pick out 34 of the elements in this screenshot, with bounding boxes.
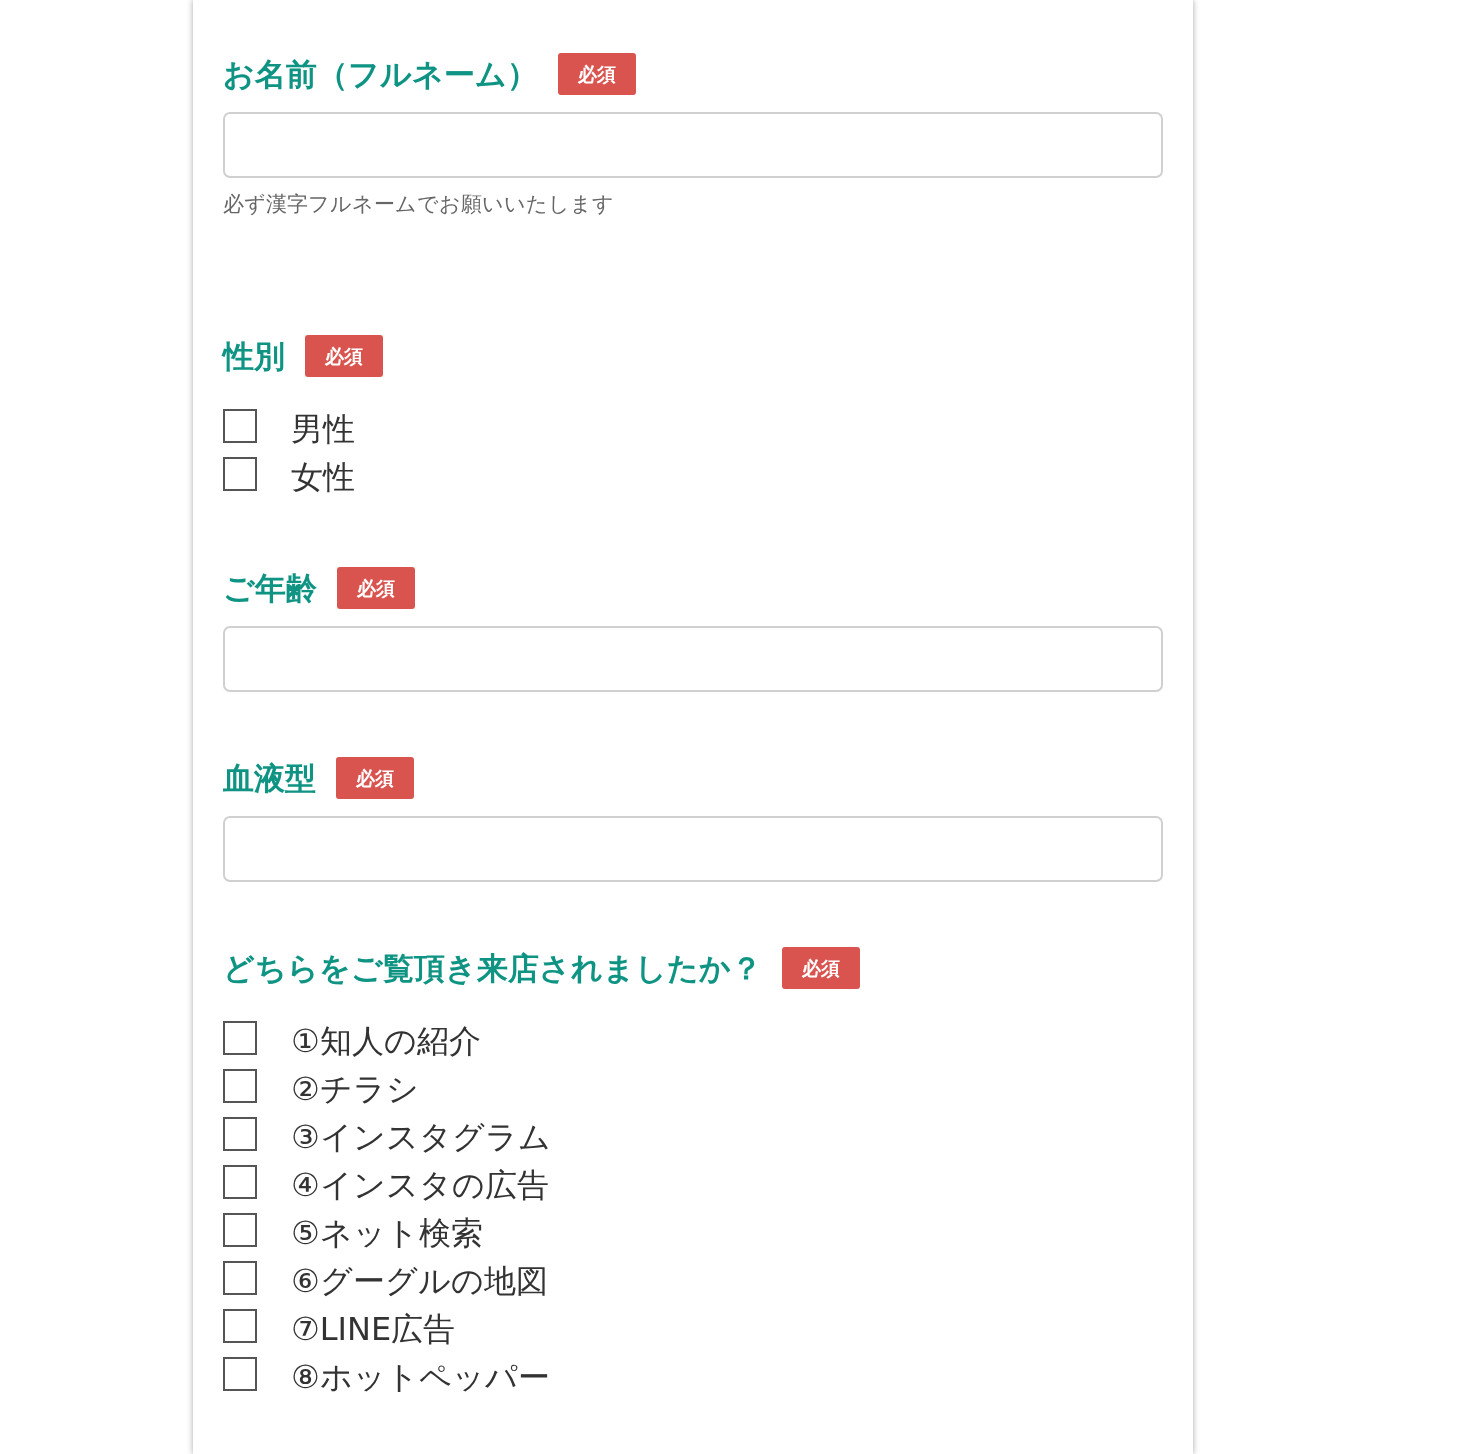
checkbox[interactable] xyxy=(223,409,257,443)
checkbox[interactable] xyxy=(223,1357,257,1391)
checkbox[interactable] xyxy=(223,1117,257,1151)
checkbox-label[interactable]: ②チラシ xyxy=(291,1068,419,1112)
checkbox-label[interactable]: ⑧ホットペッパー xyxy=(291,1356,550,1400)
checkbox-label[interactable]: ④インスタの広告 xyxy=(291,1164,549,1208)
required-badge: 必須 xyxy=(336,757,414,799)
checkbox[interactable] xyxy=(223,1213,257,1247)
required-badge: 必須 xyxy=(305,335,383,377)
required-badge: 必須 xyxy=(782,947,860,989)
checkbox-label[interactable]: 女性 xyxy=(291,456,355,500)
field-label: 血液型 xyxy=(223,759,316,798)
field-label: どちらをご覧頂き来店されましたか？ xyxy=(223,949,762,988)
checkbox[interactable] xyxy=(223,1021,257,1055)
checkbox[interactable] xyxy=(223,457,257,491)
text-input-field[interactable] xyxy=(223,816,1163,882)
text-input-field[interactable] xyxy=(223,626,1163,692)
checkbox-label[interactable]: ①知人の紹介 xyxy=(291,1020,481,1064)
required-badge: 必須 xyxy=(337,567,415,609)
checkbox-label[interactable]: ⑦LINE広告 xyxy=(291,1308,456,1352)
checkbox-label[interactable]: ⑥グーグルの地図 xyxy=(291,1260,548,1304)
required-badge: 必須 xyxy=(558,53,636,95)
checkbox[interactable] xyxy=(223,1069,257,1103)
field-label: お名前（フルネーム） xyxy=(223,55,538,94)
text-input-field[interactable] xyxy=(223,112,1163,178)
hint-text: 必ず漢字フルネームでお願いいたします xyxy=(223,191,615,218)
checkbox[interactable] xyxy=(223,1309,257,1343)
field-label: 性別 xyxy=(223,337,285,376)
checkbox-label[interactable]: ③インスタグラム xyxy=(291,1116,551,1160)
field-label: ご年齢 xyxy=(223,569,317,608)
checkbox-label[interactable]: 男性 xyxy=(291,408,355,452)
checkbox-label[interactable]: ⑤ネット検索 xyxy=(291,1212,483,1256)
checkbox[interactable] xyxy=(223,1165,257,1199)
checkbox[interactable] xyxy=(223,1261,257,1295)
